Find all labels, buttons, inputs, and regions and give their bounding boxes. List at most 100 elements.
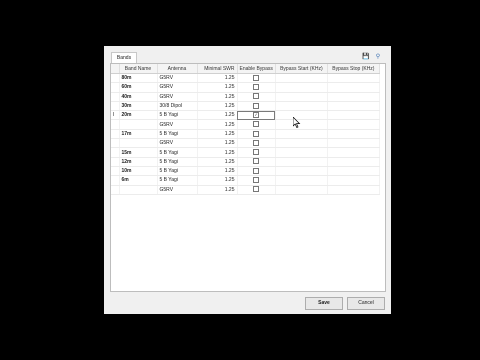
- band-name-cell[interactable]: 60m: [119, 82, 158, 93]
- bypass-checkbox[interactable]: [253, 177, 260, 184]
- antenna-cell[interactable]: 5 B Yagi: [157, 147, 198, 158]
- antenna-cell[interactable]: G5RV: [157, 82, 198, 93]
- row-marker[interactable]: [111, 185, 120, 195]
- bypass-stop-cell[interactable]: [327, 119, 380, 130]
- bypass-start-cell[interactable]: [275, 73, 328, 84]
- table-row[interactable]: G5RV 1.25: [111, 119, 380, 130]
- bypass-stop-cell[interactable]: [327, 73, 380, 84]
- bypass-stop-cell[interactable]: [327, 82, 380, 93]
- antenna-cell[interactable]: 30/8 Dipol: [157, 101, 198, 112]
- bypass-stop-cell[interactable]: [327, 147, 380, 158]
- bypass-stop-cell[interactable]: [327, 110, 380, 121]
- row-marker[interactable]: [111, 147, 120, 158]
- antenna-cell[interactable]: 5 B Yagi: [157, 110, 198, 121]
- save-button[interactable]: Save: [305, 297, 343, 310]
- band-name-cell[interactable]: 17m: [119, 129, 158, 140]
- table-row[interactable]: 17m 5 B Yagi 1.25: [111, 129, 380, 140]
- bypass-start-cell[interactable]: [275, 92, 328, 102]
- bypass-stop-cell[interactable]: [327, 166, 380, 177]
- bypass-checkbox[interactable]: [253, 84, 260, 91]
- minimal-swr-cell[interactable]: 1.25: [197, 73, 238, 84]
- band-name-cell[interactable]: 6m: [119, 175, 158, 186]
- row-marker[interactable]: [111, 138, 120, 149]
- bypass-stop-cell[interactable]: [327, 129, 380, 140]
- bypass-start-cell[interactable]: [275, 119, 328, 130]
- enable-bypass-cell[interactable]: [237, 119, 276, 130]
- minimal-swr-cell[interactable]: 1.25: [197, 175, 238, 186]
- table-row[interactable]: G5RV 1.25: [111, 185, 380, 195]
- bypass-start-cell[interactable]: [275, 101, 328, 112]
- column-header-bypass-start[interactable]: Bypass Start (KHz): [275, 64, 328, 74]
- enable-bypass-cell[interactable]: [237, 82, 276, 93]
- table-row[interactable]: I 20m 5 B Yagi 1.25 ✓: [111, 110, 380, 121]
- minimal-swr-cell[interactable]: 1.25: [197, 185, 238, 195]
- table-row[interactable]: 10m 5 B Yagi 1.25: [111, 166, 380, 177]
- column-header-band-name[interactable]: Band Name: [119, 64, 158, 74]
- antenna-cell[interactable]: G5RV: [157, 73, 198, 84]
- band-name-cell[interactable]: [119, 119, 158, 130]
- antenna-cell[interactable]: G5RV: [157, 138, 198, 149]
- band-name-cell[interactable]: 40m: [119, 92, 158, 102]
- minimal-swr-cell[interactable]: 1.25: [197, 101, 238, 112]
- row-marker[interactable]: [111, 166, 120, 177]
- bypass-start-cell[interactable]: [275, 157, 328, 167]
- row-marker[interactable]: [111, 119, 120, 130]
- enable-bypass-cell[interactable]: ✓: [237, 110, 276, 121]
- column-header-bypass-stop[interactable]: Bypass Stop (KHz): [327, 64, 380, 74]
- cancel-button[interactable]: Cancel: [347, 297, 385, 310]
- row-marker[interactable]: [111, 92, 120, 102]
- table-row[interactable]: 6m 5 B Yagi 1.25: [111, 175, 380, 186]
- minimal-swr-cell[interactable]: 1.25: [197, 119, 238, 130]
- bypass-stop-cell[interactable]: [327, 175, 380, 186]
- band-name-cell[interactable]: [119, 185, 158, 195]
- table-row[interactable]: 40m G5RV 1.25: [111, 92, 380, 102]
- minimal-swr-cell[interactable]: 1.25: [197, 147, 238, 158]
- antenna-cell[interactable]: G5RV: [157, 92, 198, 102]
- table-row[interactable]: G5RV 1.25: [111, 138, 380, 149]
- bypass-start-cell[interactable]: [275, 185, 328, 195]
- bypass-stop-cell[interactable]: [327, 138, 380, 149]
- enable-bypass-cell[interactable]: [237, 92, 276, 102]
- enable-bypass-cell[interactable]: [237, 157, 276, 167]
- band-name-cell[interactable]: 15m: [119, 147, 158, 158]
- search-icon[interactable]: ⚲: [374, 53, 382, 61]
- enable-bypass-cell[interactable]: [237, 73, 276, 84]
- bypass-stop-cell[interactable]: [327, 157, 380, 167]
- bypass-checkbox[interactable]: [253, 74, 260, 81]
- enable-bypass-cell[interactable]: [237, 129, 276, 140]
- band-name-cell[interactable]: 20m: [119, 110, 158, 121]
- bypass-start-cell[interactable]: [275, 129, 328, 140]
- bypass-checkbox[interactable]: [253, 149, 260, 156]
- minimal-swr-cell[interactable]: 1.25: [197, 129, 238, 140]
- table-row[interactable]: 80m G5RV 1.25: [111, 73, 380, 84]
- bypass-checkbox[interactable]: [253, 93, 260, 100]
- band-name-cell[interactable]: 10m: [119, 166, 158, 177]
- enable-bypass-cell[interactable]: [237, 166, 276, 177]
- bypass-checkbox[interactable]: [253, 139, 260, 146]
- row-marker[interactable]: I: [111, 110, 120, 121]
- band-name-cell[interactable]: 80m: [119, 73, 158, 84]
- column-header-antenna[interactable]: Antenna: [157, 64, 198, 74]
- row-marker[interactable]: [111, 157, 120, 167]
- column-header-minimal-swr[interactable]: Minimal SWR: [197, 64, 238, 74]
- minimal-swr-cell[interactable]: 1.25: [197, 166, 238, 177]
- band-name-cell[interactable]: 12m: [119, 157, 158, 167]
- column-header-enable-bypass[interactable]: Enable Bypass: [237, 64, 276, 74]
- minimal-swr-cell[interactable]: 1.25: [197, 82, 238, 93]
- antenna-cell[interactable]: 5 B Yagi: [157, 175, 198, 186]
- bypass-start-cell[interactable]: [275, 110, 328, 121]
- row-marker[interactable]: [111, 101, 120, 112]
- bypass-checkbox[interactable]: [253, 121, 260, 128]
- row-marker[interactable]: [111, 82, 120, 93]
- table-row[interactable]: 15m 5 B Yagi 1.25: [111, 147, 380, 158]
- bypass-start-cell[interactable]: [275, 175, 328, 186]
- band-name-cell[interactable]: [119, 138, 158, 149]
- bypass-checkbox-checked[interactable]: ✓: [253, 112, 260, 118]
- antenna-cell[interactable]: 5 B Yagi: [157, 157, 198, 167]
- bypass-start-cell[interactable]: [275, 82, 328, 93]
- bypass-start-cell[interactable]: [275, 147, 328, 158]
- table-row[interactable]: 60m G5RV 1.25: [111, 82, 380, 93]
- bypass-stop-cell[interactable]: [327, 92, 380, 102]
- floppy-disk-icon[interactable]: 💾: [362, 53, 370, 61]
- bypass-stop-cell[interactable]: [327, 185, 380, 195]
